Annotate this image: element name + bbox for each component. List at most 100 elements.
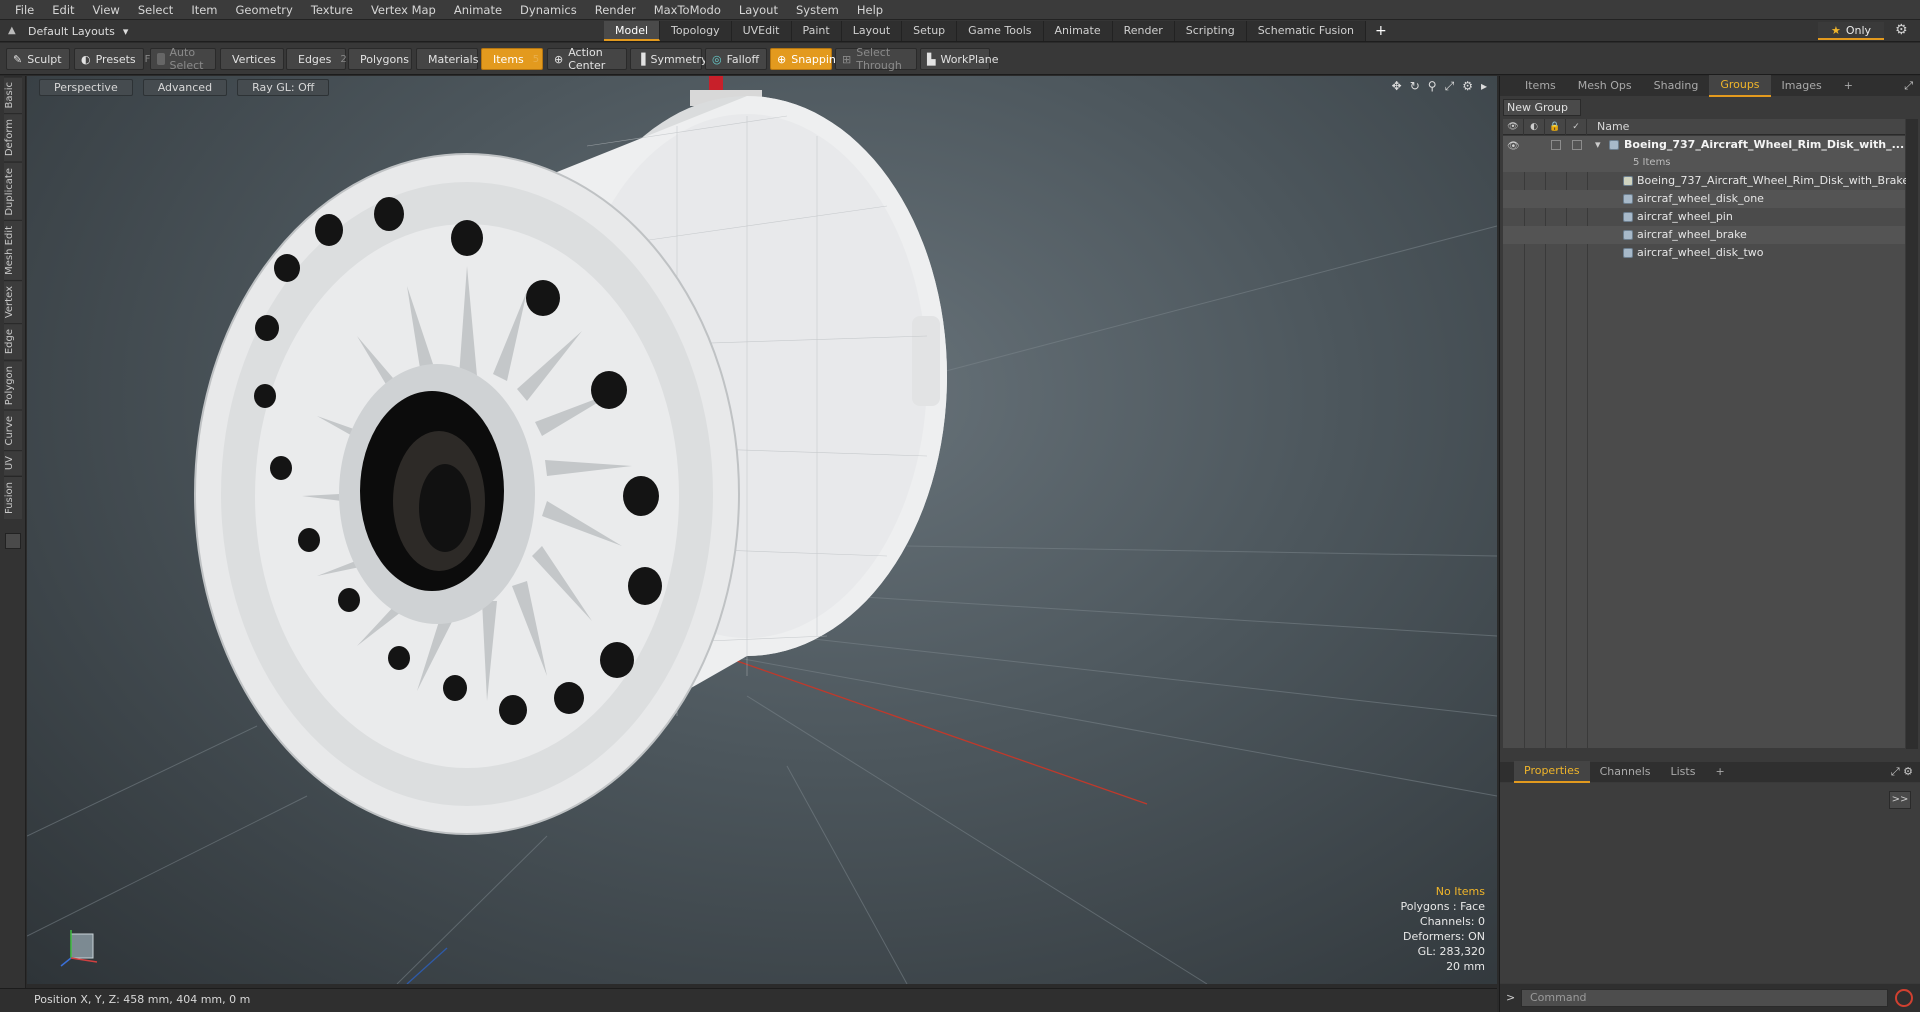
menu-view[interactable]: View [84, 0, 129, 20]
tab-model[interactable]: Model [604, 21, 661, 41]
polygons-button[interactable]: Polygons [348, 48, 412, 70]
tab-topology[interactable]: Topology [660, 21, 732, 41]
add-tab-button[interactable]: + [1366, 21, 1396, 41]
menu-maxtomodo[interactable]: MaxToModo [645, 0, 730, 20]
tab-mesh-edit[interactable]: Mesh Edit [3, 220, 22, 281]
tab-schematic-fusion[interactable]: Schematic Fusion [1246, 21, 1367, 41]
tab-polygon[interactable]: Polygon [3, 359, 22, 410]
tab-shading[interactable]: Shading [1643, 76, 1710, 96]
only-toggle[interactable]: ★ Only [1818, 22, 1884, 40]
tab-uvedit[interactable]: UVEdit [731, 21, 792, 41]
falloff-button[interactable]: ◎ Falloff [705, 48, 767, 70]
menu-texture[interactable]: Texture [302, 0, 362, 20]
tab-edge[interactable]: Edge [3, 323, 22, 360]
tab-images[interactable]: Images [1771, 76, 1833, 96]
tab-basic[interactable]: Basic [3, 76, 22, 114]
tab-curve[interactable]: Curve [3, 409, 22, 451]
gl-info: GL: 283,320 [1417, 945, 1485, 958]
add-properties-tab-button[interactable]: + [1705, 762, 1734, 782]
menu-edit[interactable]: Edit [43, 0, 83, 20]
sculpt-button[interactable]: ✎ Sculpt [6, 48, 70, 70]
items-count: 5 [532, 53, 540, 65]
tab-fusion[interactable]: Fusion [3, 475, 22, 519]
auto-select-button[interactable]: Auto Select [150, 46, 216, 72]
list-item[interactable]: aircraf_wheel_disk_two [1503, 244, 1905, 262]
tab-uv[interactable]: UV [3, 450, 22, 476]
advanced-button[interactable]: Advanced [142, 78, 228, 96]
menu-help[interactable]: Help [848, 0, 892, 20]
tab-properties[interactable]: Properties [1514, 761, 1590, 783]
record-macro-icon[interactable] [1895, 989, 1913, 1007]
select-checkbox[interactable] [1572, 140, 1582, 150]
menu-item[interactable]: Item [182, 0, 226, 20]
menu-select[interactable]: Select [129, 0, 182, 20]
menu-render[interactable]: Render [586, 0, 645, 20]
expand-arrow-icon[interactable]: ▾ [1595, 136, 1601, 154]
snapping-button[interactable]: ⊕ Snapping [770, 48, 843, 70]
visibility-column-icon[interactable]: 👁 [1503, 118, 1524, 135]
list-item[interactable]: Boeing_737_Aircraft_Wheel_Rim_Disk_with_… [1503, 172, 1909, 190]
menu-geometry[interactable]: Geometry [227, 0, 302, 20]
tab-deform[interactable]: Deform [3, 113, 22, 162]
menu-file[interactable]: File [6, 0, 43, 20]
render-column-icon[interactable]: ◐ [1524, 118, 1545, 135]
menu-vertex-map[interactable]: Vertex Map [362, 0, 445, 20]
tab-items[interactable]: Items [1514, 76, 1567, 96]
items-button[interactable]: Items 5 [481, 48, 543, 70]
rotate-view-icon[interactable]: ↻ [1410, 79, 1420, 94]
collapse-icon[interactable]: ▲ [8, 26, 20, 36]
tab-scripting[interactable]: Scripting [1174, 21, 1247, 41]
panel-toggle-button[interactable] [4, 532, 21, 549]
tab-paint[interactable]: Paint [791, 21, 842, 41]
layouts-label: Default Layouts [28, 24, 115, 38]
tab-animate[interactable]: Animate [1043, 21, 1113, 41]
symmetry-button[interactable]: ▐ Symmetry [630, 48, 708, 70]
workplane-button[interactable]: ▙ WorkPlane [920, 48, 999, 70]
tab-mesh-ops[interactable]: Mesh Ops [1567, 76, 1643, 96]
tab-setup[interactable]: Setup [902, 21, 958, 41]
select-through-button[interactable]: ⊞ Select Through [835, 46, 917, 72]
move-view-icon[interactable]: ✥ [1392, 79, 1402, 94]
tab-channels[interactable]: Channels [1590, 762, 1661, 782]
vertices-button[interactable]: Vertices1 [220, 48, 291, 70]
list-scrollbar[interactable] [1906, 119, 1918, 749]
view-mode-button[interactable]: Perspective [39, 78, 133, 96]
tab-groups[interactable]: Groups [1709, 75, 1771, 97]
menu-dynamics[interactable]: Dynamics [511, 0, 586, 20]
action-center-button[interactable]: ⊕ Action Center [547, 46, 627, 72]
tab-lists[interactable]: Lists [1661, 762, 1706, 782]
menu-layout[interactable]: Layout [730, 0, 787, 20]
raygl-button[interactable]: Ray GL: Off [237, 78, 330, 96]
forward-arrows-button[interactable]: >> [1889, 791, 1911, 809]
tab-layout[interactable]: Layout [841, 21, 903, 41]
list-item[interactable]: aircraf_wheel_brake [1503, 226, 1905, 244]
list-item[interactable]: aircraf_wheel_pin [1503, 208, 1905, 226]
expand-arrow-icon[interactable]: ▸ [1481, 79, 1487, 94]
lock-checkbox[interactable] [1551, 140, 1561, 150]
expand-panel-icon[interactable]: ⤢ [1904, 79, 1913, 93]
list-item[interactable]: aircraf_wheel_disk_one [1503, 190, 1905, 208]
tab-game-tools[interactable]: Game Tools [957, 21, 1044, 41]
add-panel-tab-button[interactable]: + [1833, 76, 1864, 96]
group-list-header: 👁 ◐ 🔒 ✓ Name [1503, 118, 1905, 135]
tab-vertex[interactable]: Vertex [3, 280, 22, 324]
select-column-icon[interactable]: ✓ [1566, 118, 1587, 135]
menu-animate[interactable]: Animate [445, 0, 511, 20]
group-row[interactable]: 👁 ▾ Boeing_737_Aircraft_Wheel_Rim_Disk_w… [1503, 136, 1905, 154]
tab-duplicate[interactable]: Duplicate [3, 161, 22, 221]
lock-column-icon[interactable]: 🔒 [1545, 118, 1566, 135]
menu-system[interactable]: System [787, 0, 848, 20]
new-group-button[interactable]: New Group [1503, 99, 1581, 116]
gear-icon[interactable]: ⚙ [1895, 22, 1908, 38]
tab-render[interactable]: Render [1112, 21, 1175, 41]
properties-settings-icon[interactable]: ⤢ ⚙ [1891, 765, 1913, 779]
command-input[interactable]: Command [1521, 989, 1888, 1007]
zoom-icon[interactable]: ⚲ [1428, 79, 1437, 94]
materials-button[interactable]: Materials [416, 48, 478, 70]
layouts-dropdown[interactable]: ▲ Default Layouts ▾ [8, 23, 128, 39]
edges-button[interactable]: Edges 2 [286, 48, 347, 70]
viewport-settings-icon[interactable]: ⚙ [1462, 79, 1473, 94]
presets-button[interactable]: ◐PresetsF6 [74, 48, 157, 70]
3d-viewport[interactable]: Perspective Advanced Ray GL: Off ✥ ↻ ⚲ ⤢… [27, 76, 1497, 984]
fit-view-icon[interactable]: ⤢ [1445, 79, 1455, 94]
